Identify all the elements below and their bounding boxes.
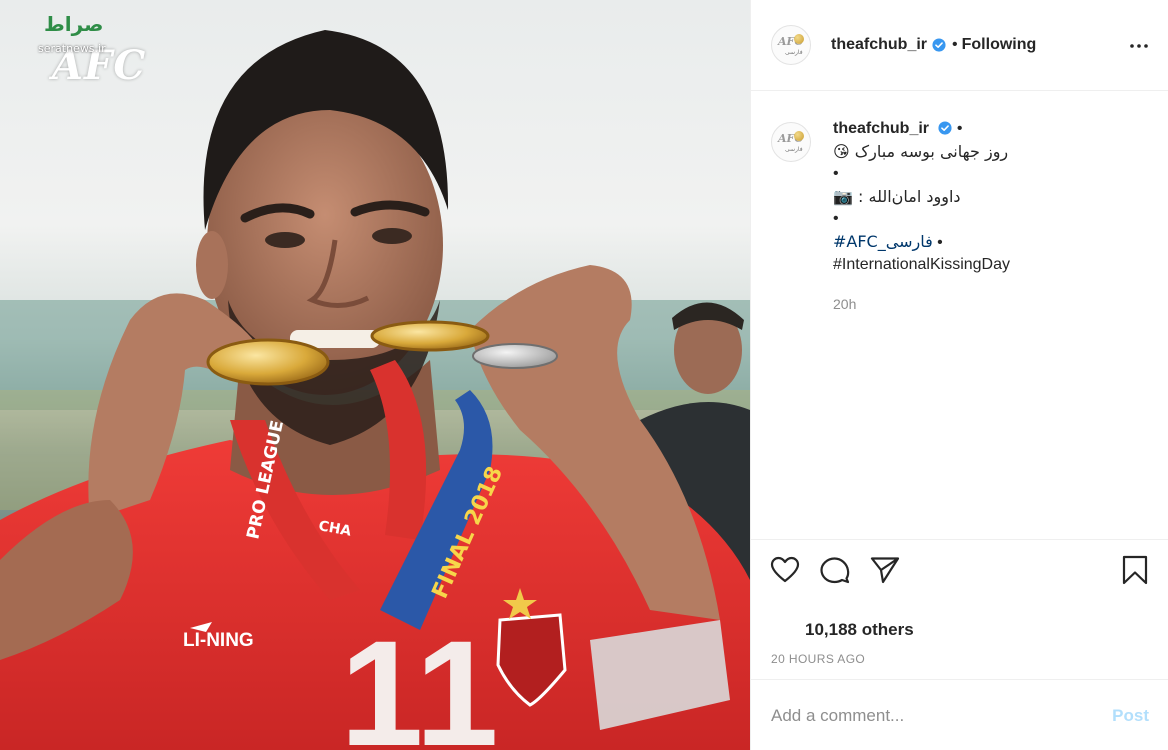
header-separator: • (952, 36, 958, 53)
more-horizontal-icon[interactable] (1129, 36, 1149, 56)
post-actions: 10,188 others 20 HOURS AGO (751, 539, 1168, 679)
caption-avatar[interactable]: AFC فارسی (771, 122, 811, 162)
avatar[interactable]: AFC فارسی (771, 25, 811, 65)
post-time-ago[interactable]: 20 HOURS AGO (771, 652, 865, 666)
post-photo[interactable]: FINAL 2018 PRO LEAGUE CHA LI-NING 11 صرا… (0, 0, 750, 750)
caption-separator: • (956, 120, 963, 137)
ear (196, 231, 228, 299)
send-icon[interactable] (869, 554, 901, 586)
verified-badge-icon (938, 121, 953, 135)
hashtag-international-kissing-day[interactable]: #InternationalKissingDay (833, 254, 1010, 277)
caption-timestamp[interactable]: 20h (833, 293, 1010, 316)
post-caption: AFC فارسی theafchub_ir • 😘 روز جهانی بوسه… (771, 118, 1151, 315)
heart-icon[interactable] (769, 554, 801, 586)
caption-line: • (833, 210, 839, 227)
left-eye (265, 232, 305, 248)
caption-body: theafchub_ir • 😘 روز جهانی بوسه مبارک • … (833, 118, 1010, 315)
post-sidebar: AFC فارسی theafchub_ir • Following AFC فار… (750, 0, 1168, 750)
post-comment-button[interactable]: Post (1112, 706, 1149, 726)
caption-username[interactable]: theafchub_ir (833, 120, 929, 137)
watermark: صراط AFC seratnews.ir (18, 6, 178, 89)
watermark-persian-logo: صراط (44, 12, 104, 36)
caption-line: 📷 : داوود امان‌الله (833, 186, 961, 206)
photo-illustration: FINAL 2018 PRO LEAGUE CHA LI-NING 11 (0, 30, 750, 750)
bookmark-icon[interactable] (1119, 554, 1151, 586)
gold-medal-left (206, 338, 330, 386)
post-header: AFC فارسی theafchub_ir • Following (751, 0, 1168, 91)
comment-icon[interactable] (819, 554, 851, 586)
shirt-brand-text: LI-NING (183, 630, 254, 651)
gold-medal-center (370, 320, 490, 352)
caption-line: • (833, 165, 839, 182)
following-button[interactable]: Following (962, 36, 1037, 54)
header-username[interactable]: theafchub_ir (831, 36, 927, 54)
comment-input[interactable] (771, 704, 1091, 728)
right-eye (372, 228, 412, 244)
hashtag-suffix: • (932, 233, 943, 251)
hashtag-afc-farsi[interactable]: #AFC_فارسی (833, 232, 933, 251)
likes-count[interactable]: 10,188 others (805, 620, 914, 640)
shirt-number: 11 (340, 609, 499, 750)
verified-badge-icon (932, 38, 946, 52)
comment-bar: Post (751, 679, 1168, 750)
watermark-site: seratnews.ir (38, 42, 106, 55)
caption-line: 😘 روز جهانی بوسه مبارک (833, 141, 1009, 161)
silver-medal (472, 343, 558, 369)
